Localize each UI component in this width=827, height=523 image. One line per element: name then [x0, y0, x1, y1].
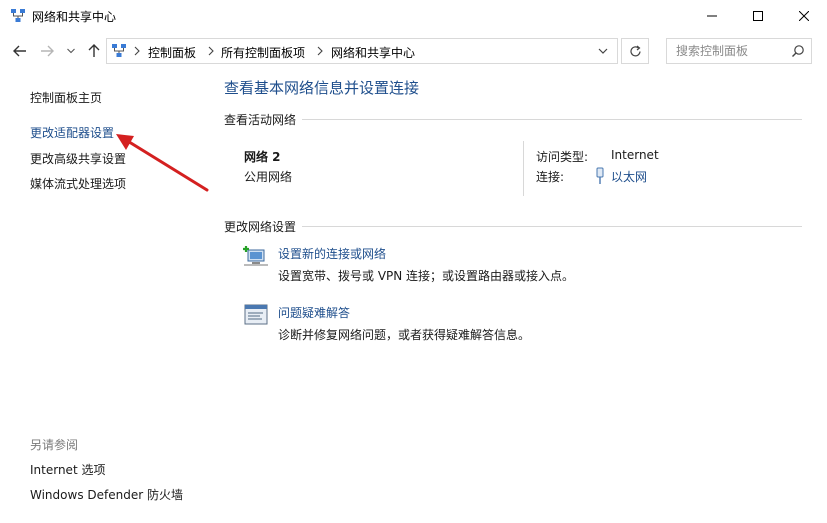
- internet-options-link[interactable]: Internet 选项: [30, 461, 105, 478]
- connection-label: 连接:: [536, 170, 565, 184]
- network-type: 公用网络: [244, 170, 293, 184]
- network-center-icon: [11, 9, 25, 22]
- section-divider: [302, 119, 802, 120]
- minimize-icon: [707, 15, 717, 17]
- access-type-label: 访问类型:: [536, 150, 589, 164]
- refresh-button[interactable]: [621, 38, 649, 64]
- title-bar: 网络和共享中心: [0, 0, 827, 32]
- breadcrumb-all-items[interactable]: 所有控制面板项: [221, 44, 305, 61]
- close-icon: [799, 11, 809, 21]
- refresh-icon: [629, 45, 641, 56]
- arrow-up-icon: [88, 44, 100, 57]
- breadcrumb-separator-icon: [134, 46, 140, 56]
- change-network-settings-heading: 更改网络设置: [224, 220, 297, 234]
- search-icon[interactable]: [791, 44, 805, 58]
- troubleshoot-problems-link[interactable]: 问题疑难解答: [278, 304, 350, 321]
- troubleshoot-icon: [244, 304, 268, 325]
- control-panel-icon: [112, 44, 126, 57]
- page-title: 查看基本网络信息并设置连接: [224, 79, 420, 97]
- windows-defender-firewall-link[interactable]: Windows Defender 防火墙: [30, 486, 183, 503]
- arrow-left-icon: [13, 45, 26, 57]
- breadcrumb-control-panel[interactable]: 控制面板: [148, 44, 196, 61]
- chevron-down-icon: [67, 48, 75, 54]
- see-also-heading: 另请参阅: [30, 438, 79, 452]
- maximize-button[interactable]: [735, 0, 781, 32]
- breadcrumb-network-center[interactable]: 网络和共享中心: [331, 44, 415, 61]
- breadcrumb-separator-icon[interactable]: [207, 46, 215, 56]
- window-title: 网络和共享中心: [32, 10, 117, 24]
- new-connection-icon: [243, 246, 268, 266]
- control-panel-home-link[interactable]: 控制面板主页: [30, 89, 102, 106]
- close-button[interactable]: [781, 0, 827, 32]
- maximize-icon: [753, 11, 763, 21]
- setup-new-connection-description: 设置宽带、拨号或 VPN 连接；或设置路由器或接入点。: [278, 269, 575, 283]
- arrow-right-icon: [41, 45, 54, 57]
- change-adapter-settings-link[interactable]: 更改适配器设置: [30, 124, 114, 141]
- minimize-button[interactable]: [689, 0, 735, 32]
- search-box[interactable]: [666, 38, 812, 64]
- recent-dropdown-button[interactable]: [60, 40, 82, 62]
- setup-new-connection-link[interactable]: 设置新的连接或网络: [278, 245, 386, 262]
- breadcrumb-separator-icon[interactable]: [316, 46, 324, 56]
- network-name: 网络 2: [244, 150, 281, 164]
- back-button[interactable]: [9, 40, 31, 62]
- annotation-arrow-icon: [116, 134, 209, 192]
- access-type-value: Internet: [611, 148, 659, 162]
- up-button[interactable]: [83, 40, 105, 62]
- chevron-down-icon[interactable]: [597, 45, 609, 57]
- ethernet-connection-link[interactable]: 以太网: [611, 168, 647, 185]
- forward-button[interactable]: [36, 40, 58, 62]
- section-divider: [302, 226, 802, 227]
- search-input[interactable]: [667, 39, 787, 63]
- troubleshoot-description: 诊断并修复网络问题，或者获得疑难解答信息。: [278, 328, 531, 342]
- active-networks-heading: 查看活动网络: [224, 113, 297, 127]
- ethernet-icon: [596, 167, 604, 184]
- address-bar[interactable]: 控制面板 所有控制面板项 网络和共享中心: [106, 38, 618, 64]
- vertical-divider: [523, 141, 524, 196]
